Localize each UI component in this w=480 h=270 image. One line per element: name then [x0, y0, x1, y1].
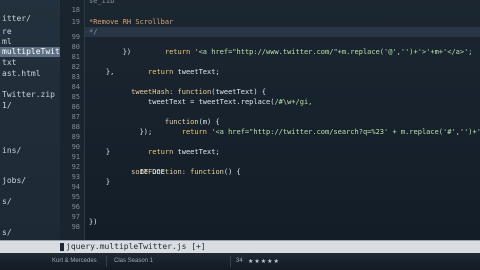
line-number: 93 — [71, 173, 80, 181]
code-line: *Remove RH Scrollbar — [89, 18, 174, 26]
code-line: } — [89, 148, 111, 156]
code-line: */ — [89, 28, 98, 36]
current-file-label: jquery.multipleTwitter.js [+] — [66, 242, 206, 251]
code-token: /#\w+/gi, — [274, 98, 313, 106]
tree-item[interactable]: ml — [2, 37, 12, 47]
rating-stars[interactable]: ★★★★★ — [248, 257, 280, 266]
line-number: 18 — [71, 6, 80, 14]
code-token: tweetText; — [177, 68, 220, 76]
code-line: }); — [89, 128, 153, 136]
line-number: 84 — [71, 83, 80, 91]
line-number: 83 — [71, 73, 80, 81]
tree-item[interactable]: 1/ — [2, 101, 12, 111]
current-line-highlight — [85, 27, 480, 37]
tree-item[interactable]: Twitter.zip — [2, 90, 55, 100]
line-number: 19 — [71, 18, 80, 26]
tree-item[interactable]: itter/ — [2, 14, 31, 24]
line-number: 92 — [71, 163, 80, 171]
authors-label: Kurt & Mercedes — [52, 258, 97, 264]
line-number: 99 — [71, 33, 80, 41]
line-number: 86 — [71, 103, 80, 111]
editor-status-bar: jquery.multipleTwitter.js [+] — [0, 240, 480, 253]
line-number: 98 — [71, 223, 80, 231]
episode-title: Clas Season 1 — [114, 258, 154, 264]
code-line: } — [89, 178, 111, 186]
line-number: 80 — [71, 43, 80, 51]
line-number: 97 — [71, 213, 80, 221]
line-number-gutter: 18 19 80 81 82 83 84 85 86 87 88 89 90 9… — [60, 0, 85, 240]
code-token: () { — [223, 168, 241, 176]
tree-item[interactable]: ast.html — [2, 69, 41, 79]
code-token: return — [114, 68, 178, 76]
line-number: 88 — [71, 123, 80, 131]
screen: itter/ re ml multipleTwitter.j txt ast.h… — [0, 0, 480, 270]
code-token: '<a href="http://www.twitter.com/"+m.rep… — [194, 48, 473, 56]
line-number: 82 — [71, 63, 80, 71]
bottom-info-bar: Kurt & Mercedes Clas Season 1 34 ★★★★★ — [0, 253, 480, 270]
code-token: '<a href="http://twitter.com/search?q=%2… — [211, 128, 480, 136]
line-number: 94 — [71, 183, 80, 191]
code-line: IT DOE — [89, 168, 165, 176]
code-editor[interactable]: se_iib *Remove RH Scrollbar */ return '<… — [85, 0, 480, 240]
tree-item-selected[interactable]: multipleTwitter.j — [0, 47, 60, 57]
tree-item[interactable]: s/ — [2, 197, 12, 207]
episode-number: 34 — [236, 258, 243, 264]
tree-item[interactable]: s/ — [2, 228, 12, 238]
tree-item[interactable]: ins/ — [2, 146, 21, 156]
code-token: tweetText = tweetText.replace( — [114, 98, 275, 106]
line-number: 96 — [71, 203, 80, 211]
line-number: 90 — [71, 143, 80, 151]
tree-item[interactable]: txt — [2, 58, 16, 68]
code-token: return — [114, 148, 178, 156]
line-number: 95 — [71, 193, 80, 201]
line-number: 89 — [71, 133, 80, 141]
tree-item[interactable]: re — [2, 27, 12, 37]
status-cursor — [60, 243, 64, 251]
code-line: }) — [89, 48, 132, 56]
line-number: 85 — [71, 93, 80, 101]
tree-item[interactable]: jobs/ — [2, 176, 26, 186]
line-number: 81 — [71, 53, 80, 61]
code-line: }, — [89, 68, 115, 76]
code-line: se_iib — [89, 0, 115, 5]
line-number: 91 — [71, 153, 80, 161]
line-number: 87 — [71, 113, 80, 121]
code-line: }) — [89, 218, 98, 226]
divider — [230, 256, 231, 267]
divider — [106, 256, 107, 267]
code-token: tweetText; — [177, 148, 220, 156]
file-tree-sidebar[interactable]: itter/ re ml multipleTwitter.j txt ast.h… — [0, 0, 61, 240]
